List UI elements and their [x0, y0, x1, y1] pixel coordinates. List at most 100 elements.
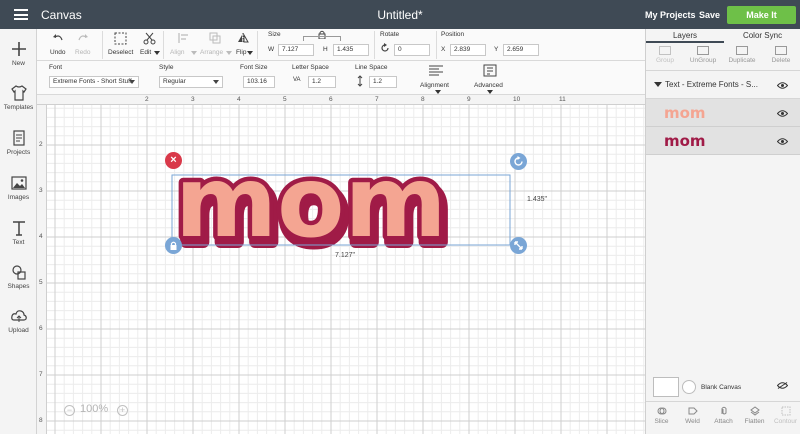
- eye-icon[interactable]: [777, 110, 788, 117]
- arrange-button[interactable]: Arrange: [200, 49, 223, 56]
- rotate-handle-icon[interactable]: [510, 153, 527, 170]
- flatten-button[interactable]: Flatten: [739, 406, 770, 425]
- advanced-icon[interactable]: [483, 64, 497, 77]
- lock-bracket: [303, 36, 341, 41]
- trash-icon: [775, 46, 787, 55]
- letter-space-input[interactable]: 1.2: [308, 76, 336, 88]
- height-input[interactable]: 1.435: [333, 44, 369, 56]
- divider: [374, 31, 375, 59]
- advanced-button[interactable]: Advanced: [474, 82, 503, 89]
- plus-icon: [11, 42, 26, 56]
- divider: [102, 31, 103, 59]
- line-space-input[interactable]: 1.2: [369, 76, 397, 88]
- contour-button[interactable]: Contour: [770, 406, 800, 425]
- sidebar-label: New: [11, 60, 25, 67]
- weld-button[interactable]: Weld: [677, 406, 708, 425]
- font-size-label: Font Size: [240, 64, 268, 71]
- collapse-triangle-icon[interactable]: [654, 82, 662, 87]
- divider: [257, 31, 258, 59]
- projects-icon: [12, 130, 25, 146]
- layer-row[interactable]: mom: [646, 99, 800, 127]
- ruler-tick-label: 8: [39, 417, 43, 424]
- duplicate-button[interactable]: Duplicate: [723, 46, 761, 64]
- align-icon[interactable]: [177, 32, 189, 44]
- canvas-color-picker[interactable]: [682, 380, 696, 394]
- contour-label: Contour: [773, 418, 798, 425]
- edit-button[interactable]: Edit: [140, 49, 151, 56]
- eye-hidden-icon[interactable]: [777, 382, 788, 389]
- align-button[interactable]: Align: [170, 49, 184, 56]
- design-canvas[interactable]: 2 3 4 5 6 7 8 9 10 11 2 3 4 5 6 7 8 mom mom mom × 1.435…: [37, 95, 645, 434]
- tab-color-sync[interactable]: Color Sync: [724, 29, 800, 43]
- font-select[interactable]: Extreme Fonts - Short Stuff: [49, 76, 139, 88]
- width-input[interactable]: 7.127: [278, 44, 314, 56]
- alignment-button[interactable]: Alignment: [420, 82, 449, 89]
- ruler-tick-label: 5: [283, 96, 287, 103]
- redo-icon[interactable]: [77, 32, 89, 44]
- zoom-level: 100%: [80, 403, 109, 415]
- alignment-icon[interactable]: [428, 65, 444, 77]
- delete-handle-icon[interactable]: ×: [165, 152, 182, 169]
- chevron-down-icon: [247, 51, 253, 55]
- scissors-icon[interactable]: [143, 32, 156, 45]
- flatten-icon: [749, 406, 760, 416]
- y-position-input[interactable]: 2.659: [503, 44, 539, 56]
- chevron-down-icon: [154, 51, 160, 55]
- layer-row[interactable]: mom: [646, 127, 800, 155]
- slice-label: Slice: [654, 418, 669, 425]
- left-sidebar: New Templates Projects Images Text Shape…: [0, 29, 37, 434]
- x-position-input[interactable]: 2.839: [450, 44, 486, 56]
- ruler-tick-label: 6: [39, 325, 43, 332]
- top-ruler: 2 3 4 5 6 7 8 9 10 11: [37, 95, 645, 105]
- rotate-input[interactable]: 0: [394, 44, 430, 56]
- chevron-down-icon: [487, 90, 493, 94]
- lock-handle-icon[interactable]: [165, 237, 182, 254]
- size-label: Size: [268, 31, 281, 38]
- deselect-icon[interactable]: [114, 32, 127, 45]
- ruler-tick-label: 3: [191, 96, 195, 103]
- style-select[interactable]: Regular: [159, 76, 223, 88]
- my-projects-link[interactable]: My Projects: [645, 10, 696, 20]
- flip-button[interactable]: Flip: [236, 49, 246, 56]
- sidebar-item-text[interactable]: Text: [0, 219, 37, 246]
- sidebar-item-templates[interactable]: Templates: [0, 84, 37, 111]
- eye-icon[interactable]: [777, 82, 788, 89]
- undo-button[interactable]: Undo: [50, 49, 66, 56]
- slice-button[interactable]: Slice: [646, 406, 677, 425]
- duplicate-icon: [736, 46, 748, 55]
- save-button[interactable]: Save: [699, 10, 720, 20]
- group-icon: [659, 46, 671, 55]
- ruler-tick-label: 2: [145, 96, 149, 103]
- ungroup-button[interactable]: UnGroup: [684, 46, 722, 64]
- blank-canvas-row[interactable]: Blank Canvas: [646, 371, 800, 401]
- flip-icon[interactable]: [237, 32, 249, 44]
- text-object-mom[interactable]: mom mom mom: [167, 142, 557, 320]
- width-label: W: [268, 46, 275, 53]
- font-size-input[interactable]: 103.16: [243, 76, 275, 88]
- delete-button[interactable]: Delete: [762, 46, 800, 64]
- make-it-button[interactable]: Make It: [727, 6, 796, 24]
- redo-button[interactable]: Redo: [75, 49, 91, 56]
- undo-icon[interactable]: [52, 32, 64, 44]
- chevron-down-icon: [129, 80, 135, 84]
- group-button[interactable]: Group: [646, 46, 684, 64]
- sidebar-item-upload[interactable]: Upload: [0, 307, 37, 334]
- eye-icon[interactable]: [777, 138, 788, 145]
- sidebar-item-images[interactable]: Images: [0, 174, 37, 201]
- layer-group-row[interactable]: Text - Extreme Fonts - S...: [646, 71, 800, 99]
- deselect-button[interactable]: Deselect: [108, 49, 133, 56]
- sidebar-item-new[interactable]: New: [0, 40, 37, 67]
- arrange-icon[interactable]: [209, 32, 221, 44]
- sidebar-item-projects[interactable]: Projects: [0, 129, 37, 156]
- attach-button[interactable]: Attach: [708, 406, 739, 425]
- canvas-color-swatch[interactable]: [653, 377, 679, 397]
- chevron-down-icon: [213, 80, 219, 84]
- zoom-in-button[interactable]: +: [117, 405, 128, 416]
- zoom-out-button[interactable]: −: [64, 405, 75, 416]
- sidebar-item-shapes[interactable]: Shapes: [0, 263, 37, 290]
- mom-fill-layer: mom: [175, 146, 447, 260]
- resize-handle-icon[interactable]: [510, 237, 527, 254]
- tab-layers[interactable]: Layers: [646, 29, 724, 43]
- slice-icon: [657, 407, 666, 415]
- ruler-tick-label: 4: [237, 96, 241, 103]
